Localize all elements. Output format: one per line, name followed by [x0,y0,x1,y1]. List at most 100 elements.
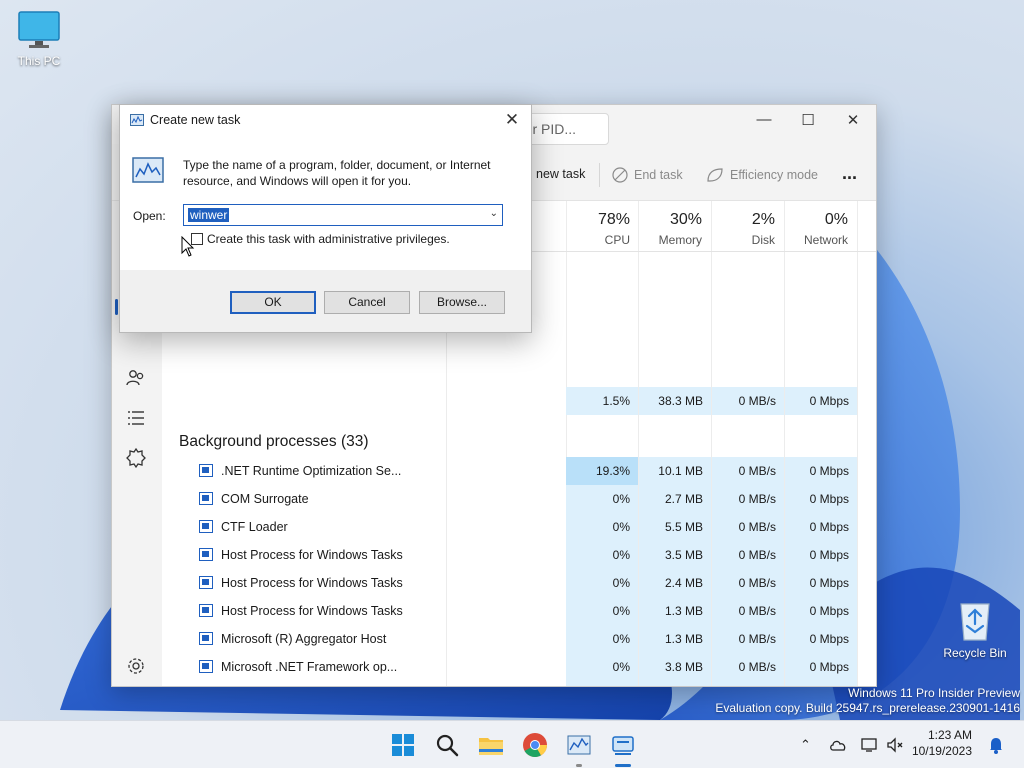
recycle-bin-desktop-icon[interactable]: Recycle Bin [940,598,1010,660]
process-name: COM Surrogate [221,492,309,506]
taskbar: ⌃ 1:23 AM 10/19/2023 [0,720,1024,768]
start-button-icon[interactable] [389,731,417,759]
cpu-cell: 19.3% [566,457,638,485]
cpu-cell: 0% [566,569,638,597]
volume-muted-icon[interactable] [886,737,904,753]
process-name: Host Process for Windows Tasks [221,604,403,618]
create-new-task-dialog: Create new task ✕ Type the name of a pro… [119,104,532,333]
maximize-button[interactable]: ☐ [788,111,828,129]
disk-cell: 0 MB/s [712,681,784,686]
network-cell: 0 Mbps [785,625,857,653]
run-app-icon [130,114,144,126]
disk-cell: 0 MB/s [712,625,784,653]
efficiency-mode-button[interactable]: Efficiency mode [706,167,818,183]
process-icon [199,660,213,673]
toolbar-divider [599,163,600,187]
disk-cell: 0 MB/s [712,597,784,625]
table-row[interactable]: Host Process for Windows Tasks 0% 1.3 MB 0 … [162,597,862,625]
cpu-label: CPU [604,233,630,247]
process-icon [199,492,213,505]
open-input-value[interactable]: winwer [188,208,230,222]
dialog-title: Create new task [150,113,241,127]
cpu-cell: 0% [566,681,638,686]
process-icon [199,604,213,617]
minimize-button[interactable]: — [744,111,784,128]
ok-button[interactable]: OK [230,291,316,314]
clock-time: 1:23 AM [927,728,972,742]
memory-cell: 3.0 MB [639,681,711,686]
nav-users-icon[interactable] [125,367,147,389]
table-row[interactable]: .NET Runtime Optimization Se... 19.3% 10.1… [162,457,862,485]
close-button[interactable]: ✕ [833,111,873,129]
this-pc-desktop-icon[interactable]: This PC [4,10,74,68]
memory-cell: 38.3 MB [639,387,711,415]
network-cell: 0 Mbps [785,653,857,681]
this-pc-label: This PC [17,54,61,68]
table-row[interactable]: Host Process for Windows Tasks 0% 2.4 MB 0 … [162,569,862,597]
table-row[interactable]: CTF Loader 0% 5.5 MB 0 MB/s 0 Mbps [162,513,862,541]
process-icon [199,576,213,589]
run-dialog-taskbar-icon[interactable] [609,731,637,759]
network-cell: 0 Mbps [785,485,857,513]
cpu-cell: 0% [566,485,638,513]
search-icon[interactable] [433,731,461,759]
system-clock[interactable]: 1:23 AM 10/19/2023 [912,727,972,759]
memory-cell: 3.5 MB [639,541,711,569]
table-row[interactable]: Microsoft (R) Aggregator Host 0% 1.3 MB 0 M… [162,625,862,653]
nav-details-icon[interactable] [125,407,147,429]
disk-cell: 0 MB/s [712,541,784,569]
disk-total: 2% [751,211,775,228]
recycle-bin-label: Recycle Bin [943,646,1007,660]
memory-cell: 1.3 MB [639,597,711,625]
network-column-header[interactable]: 0% Network [784,201,856,251]
network-cell: 0 Mbps [785,681,857,686]
run-new-task-label: new task [536,167,586,181]
table-row[interactable]: Microsoft .NET Framework op...0%3.0 MB0 … [162,681,862,686]
watermark-line1: Windows 11 Pro Insider Preview [848,686,1020,700]
open-combobox[interactable]: winwer ⌄ [183,204,503,226]
memory-cell: 3.8 MB [639,653,711,681]
open-label: Open: [133,209,166,223]
network-cell: 0 Mbps [785,457,857,485]
watermark-line2: Evaluation copy. Build 25947.rs_prerelea… [715,701,1020,715]
efficiency-mode-label: Efficiency mode [730,168,819,182]
process-icon [199,632,213,645]
disk-cell: 0 MB/s [712,387,784,415]
cpu-cell: 0% [566,541,638,569]
disk-cell: 0 MB/s [712,569,784,597]
disk-column-header[interactable]: 2% Disk [711,201,783,251]
table-row[interactable]: COM Surrogate 0% 2.7 MB 0 MB/s 0 Mbps [162,485,862,513]
admin-privileges-label[interactable]: Create this task with administrative pri… [207,232,450,246]
end-task-icon [612,167,628,183]
dialog-close-button[interactable]: ✕ [499,108,525,132]
table-row[interactable]: 1.5% 38.3 MB 0 MB/s 0 Mbps [162,387,862,415]
network-cell: 0 Mbps [785,387,857,415]
process-name: Host Process for Windows Tasks [221,576,403,590]
mouse-cursor-icon [181,236,195,257]
memory-cell: 2.4 MB [639,569,711,597]
cpu-column-header[interactable]: 78% CPU [566,201,638,251]
show-hidden-icons-chevron-icon[interactable]: ⌃ [800,737,811,753]
clock-date: 10/19/2023 [911,744,972,758]
table-row[interactable]: Host Process for Windows Tasks 0% 3.5 MB 0 … [162,541,862,569]
browse-button[interactable]: Browse... [419,291,505,314]
onedrive-cloud-icon[interactable] [829,738,847,752]
notification-bell-icon[interactable] [988,736,1004,754]
network-total: 0% [824,211,848,228]
chrome-icon[interactable] [521,731,549,759]
task-manager-taskbar-icon[interactable] [565,731,593,759]
table-row[interactable]: Microsoft .NET Framework op... 0% 3.8 MB 0 … [162,653,862,681]
file-explorer-icon[interactable] [477,731,505,759]
chevron-down-icon[interactable]: ⌄ [490,208,498,219]
run-program-icon [132,157,164,183]
settings-gear-icon[interactable] [125,655,147,677]
process-name: .NET Runtime Optimization Se... [221,464,402,478]
cancel-button[interactable]: Cancel [324,291,410,314]
end-task-button[interactable]: End task [612,167,683,183]
memory-column-header[interactable]: 30% Memory [638,201,710,251]
nav-services-icon[interactable] [125,447,147,469]
run-new-task-button[interactable]: new task [536,167,585,181]
more-options-button[interactable]: ... [842,163,857,184]
network-icon[interactable] [860,737,878,753]
memory-cell: 1.3 MB [639,625,711,653]
